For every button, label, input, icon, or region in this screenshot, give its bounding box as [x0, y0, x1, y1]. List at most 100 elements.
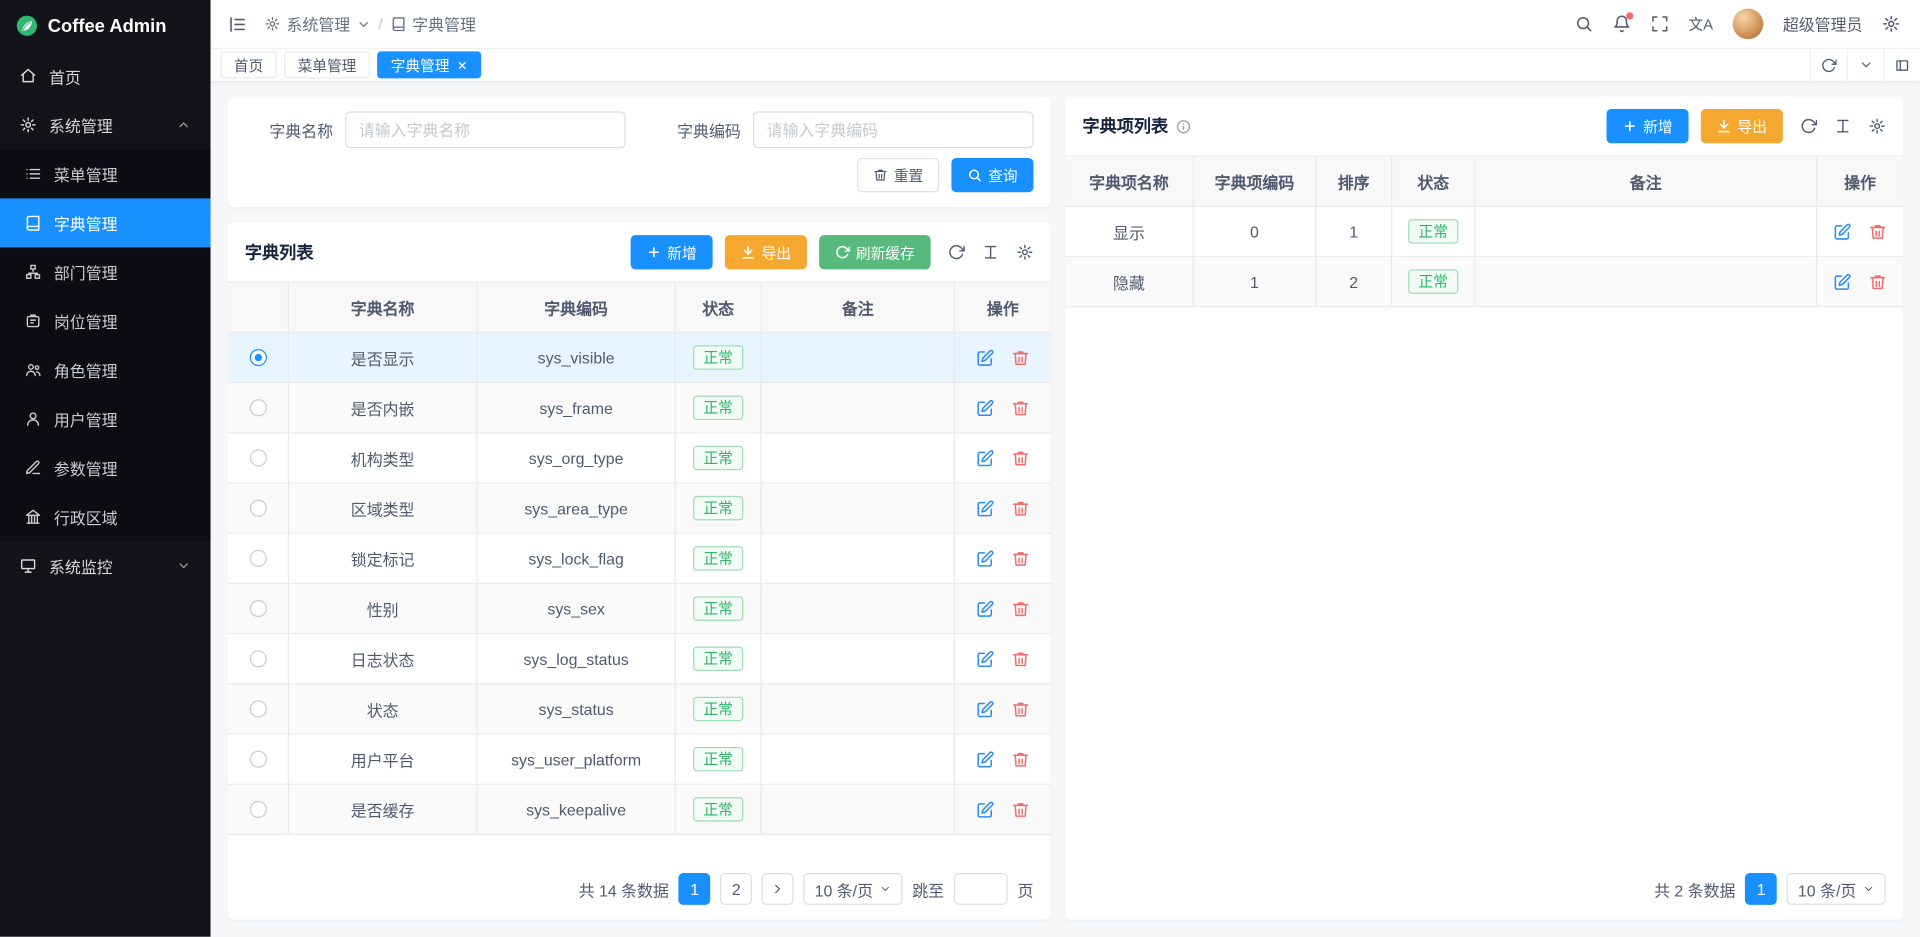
delete-icon[interactable] — [1011, 650, 1029, 668]
row-radio[interactable] — [249, 500, 266, 517]
sidebar-item-user-mgmt[interactable]: 用户管理 — [0, 394, 211, 443]
sidebar-item-label: 角色管理 — [54, 358, 118, 381]
sidebar-item-menu-mgmt[interactable]: 菜单管理 — [0, 149, 211, 198]
column-settings-gear-icon[interactable] — [1016, 244, 1033, 261]
refresh-table-icon[interactable] — [948, 244, 965, 261]
refresh-table-icon[interactable] — [1800, 118, 1817, 135]
delete-icon[interactable] — [1869, 272, 1887, 290]
table-row[interactable]: 显示 0 1 正常 — [1065, 207, 1903, 257]
org-tree-icon — [24, 263, 41, 280]
row-radio[interactable] — [249, 650, 266, 667]
delete-icon[interactable] — [1011, 599, 1029, 617]
table-row[interactable]: 机构类型 sys_org_type 正常 — [228, 433, 1051, 483]
refresh-cache-button[interactable]: 刷新缓存 — [819, 235, 930, 269]
reset-button[interactable]: 重置 — [857, 158, 939, 192]
sidebar-item-dict-mgmt[interactable]: 字典管理 — [0, 198, 211, 247]
status-badge: 正常 — [694, 797, 743, 821]
table-row[interactable]: 是否内嵌 sys_frame 正常 — [228, 383, 1051, 433]
settings-gear-icon[interactable] — [1882, 15, 1900, 33]
tab-home[interactable]: 首页 — [220, 51, 276, 78]
edit-icon[interactable] — [976, 700, 994, 718]
bell-icon[interactable] — [1613, 15, 1631, 33]
delete-icon[interactable] — [1869, 222, 1887, 240]
avatar[interactable] — [1733, 9, 1764, 40]
edit-icon[interactable] — [976, 800, 994, 818]
close-icon[interactable] — [457, 59, 468, 70]
delete-icon[interactable] — [1011, 750, 1029, 768]
sidebar-item-system[interactable]: 系统管理 — [0, 100, 211, 149]
dict-code-input[interactable] — [753, 111, 1033, 148]
table-row[interactable]: 区域类型 sys_area_type 正常 — [228, 484, 1051, 534]
row-density-icon[interactable] — [982, 244, 999, 261]
add-dict-item-button[interactable]: 新增 — [1606, 109, 1688, 143]
fullscreen-icon[interactable] — [1651, 15, 1669, 33]
export-dict-button[interactable]: 导出 — [725, 235, 807, 269]
edit-icon[interactable] — [976, 449, 994, 467]
delete-icon[interactable] — [1011, 549, 1029, 567]
row-radio[interactable] — [249, 700, 266, 717]
sidebar-item-home[interactable]: 首页 — [0, 51, 211, 100]
dict-name-input[interactable] — [345, 111, 625, 148]
row-radio[interactable] — [249, 600, 266, 617]
sidebar-item-dept-mgmt[interactable]: 部门管理 — [0, 247, 211, 296]
jump-page-input[interactable] — [954, 873, 1008, 905]
export-dict-item-button[interactable]: 导出 — [1701, 109, 1783, 143]
refresh-tab-icon[interactable] — [1810, 49, 1847, 81]
table-row[interactable]: 日志状态 sys_log_status 正常 — [228, 634, 1051, 684]
sidebar-item-param-mgmt[interactable]: 参数管理 — [0, 443, 211, 492]
next-page-button[interactable] — [762, 873, 794, 905]
table-row[interactable]: 是否显示 sys_visible 正常 — [228, 333, 1051, 383]
table-row[interactable]: 锁定标记 sys_lock_flag 正常 — [228, 534, 1051, 584]
edit-icon[interactable] — [1833, 222, 1851, 240]
row-radio[interactable] — [249, 399, 266, 416]
delete-icon[interactable] — [1011, 499, 1029, 517]
tab-menu-mgmt[interactable]: 菜单管理 — [284, 51, 370, 78]
search-icon[interactable] — [1575, 15, 1593, 33]
row-radio[interactable] — [249, 449, 266, 466]
edit-icon[interactable] — [976, 348, 994, 366]
row-radio[interactable] — [249, 349, 266, 366]
table-row[interactable]: 状态 sys_status 正常 — [228, 684, 1051, 734]
sidebar-fold-icon[interactable] — [228, 14, 248, 34]
translate-icon[interactable]: 文A — [1689, 13, 1714, 34]
row-radio[interactable] — [249, 550, 266, 567]
edit-icon[interactable] — [976, 399, 994, 417]
sidebar-item-post-mgmt[interactable]: 岗位管理 — [0, 296, 211, 345]
row-radio[interactable] — [249, 751, 266, 768]
delete-icon[interactable] — [1011, 348, 1029, 366]
content-fullscreen-icon[interactable] — [1883, 49, 1920, 81]
edit-icon[interactable] — [976, 499, 994, 517]
query-button[interactable]: 查询 — [951, 158, 1033, 192]
edit-icon[interactable] — [976, 549, 994, 567]
tab-actions-dropdown-icon[interactable] — [1847, 49, 1884, 81]
edit-icon[interactable] — [976, 750, 994, 768]
table-row[interactable]: 用户平台 sys_user_platform 正常 — [228, 735, 1051, 785]
delete-icon[interactable] — [1011, 449, 1029, 467]
sidebar-item-role-mgmt[interactable]: 角色管理 — [0, 345, 211, 394]
column-settings-gear-icon[interactable] — [1869, 118, 1886, 135]
sidebar-item-monitor[interactable]: 系统监控 — [0, 541, 211, 590]
table-row[interactable]: 是否缓存 sys_keepalive 正常 — [228, 785, 1051, 835]
username[interactable]: 超级管理员 — [1783, 12, 1863, 35]
add-dict-button[interactable]: 新增 — [631, 235, 713, 269]
page-size-select[interactable]: 10 条/页 — [804, 873, 903, 905]
delete-icon[interactable] — [1011, 399, 1029, 417]
table-row[interactable]: 隐藏 1 2 正常 — [1065, 257, 1903, 307]
edit-icon[interactable] — [976, 650, 994, 668]
breadcrumb-system[interactable]: 系统管理 — [264, 12, 371, 35]
row-density-icon[interactable] — [1834, 118, 1851, 135]
delete-icon[interactable] — [1011, 800, 1029, 818]
sidebar-item-region-mgmt[interactable]: 行政区域 — [0, 492, 211, 541]
status-badge: 正常 — [694, 396, 743, 420]
row-radio[interactable] — [249, 801, 266, 818]
page-button-2[interactable]: 2 — [720, 873, 752, 905]
edit-icon[interactable] — [976, 599, 994, 617]
table-row[interactable]: 性别 sys_sex 正常 — [228, 584, 1051, 634]
tab-dict-mgmt[interactable]: 字典管理 — [377, 51, 481, 78]
delete-icon[interactable] — [1011, 700, 1029, 718]
info-icon[interactable] — [1176, 118, 1192, 134]
page-button-1[interactable]: 1 — [679, 873, 711, 905]
page-button-1[interactable]: 1 — [1745, 873, 1777, 905]
page-size-select[interactable]: 10 条/页 — [1787, 873, 1886, 905]
edit-icon[interactable] — [1833, 272, 1851, 290]
